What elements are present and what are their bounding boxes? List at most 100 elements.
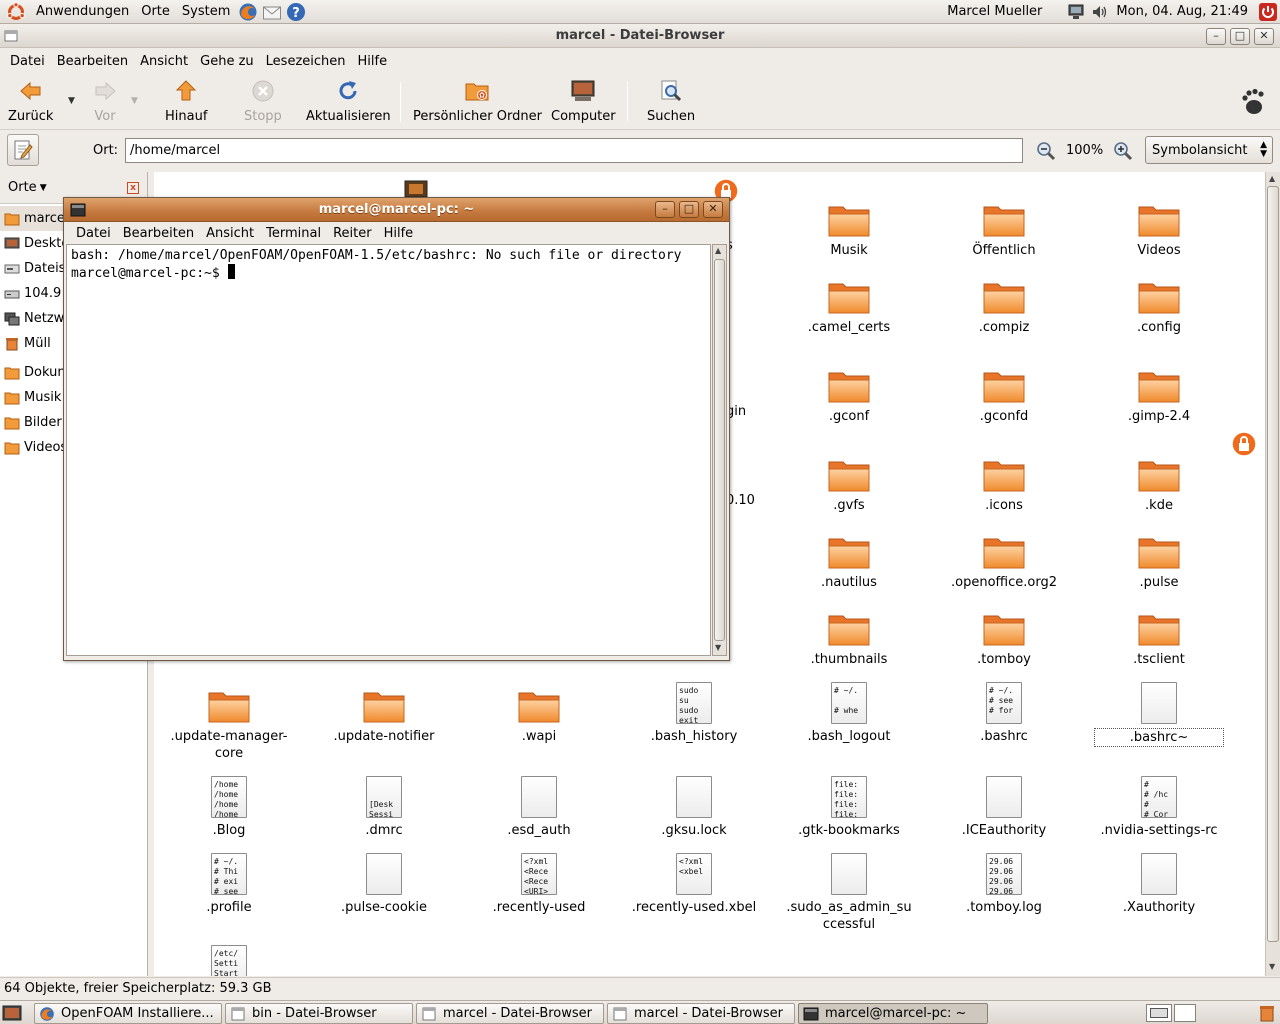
back-history-dropdown[interactable]: ▼ [68, 96, 75, 106]
file-item[interactable]: /home /home /home /home .Blog [154, 770, 304, 839]
clock[interactable]: Mon, 04. Aug, 21:49 [1116, 4, 1248, 19]
menu-applications[interactable]: Anwendungen [30, 4, 135, 19]
workspace-2[interactable] [1174, 1004, 1196, 1022]
taskbar-button[interactable]: marcel - Datei-Browser [416, 1003, 604, 1024]
file-item[interactable]: # ~/. # see # for .bashrc [929, 676, 1079, 745]
scrollbar-thumb[interactable] [1267, 186, 1279, 942]
workspace-1[interactable] [1146, 1004, 1172, 1022]
folder-item[interactable]: Videos [1084, 190, 1234, 259]
terminal-close-button[interactable]: ✕ [703, 201, 723, 218]
folder-item[interactable]: .tsclient [1084, 599, 1234, 668]
zoom-in-icon[interactable] [1113, 141, 1133, 161]
scroll-down-icon[interactable]: ▼ [1269, 962, 1275, 971]
terminal-maximize-button[interactable]: □ [679, 201, 699, 218]
terminal-menu-ansicht[interactable]: Ansicht [200, 226, 260, 241]
window-menu-icon[interactable] [4, 29, 18, 43]
stop-button[interactable]: Stopp [244, 78, 282, 124]
home-button[interactable]: Persönlicher Ordner [413, 78, 542, 124]
film-icon[interactable] [404, 180, 428, 198]
folder-item[interactable]: .gimp-2.4 [1084, 356, 1234, 425]
file-item[interactable]: .ICEauthority [929, 770, 1079, 839]
folder-item[interactable]: .update-manager-core [154, 676, 304, 762]
menu-hilfe[interactable]: Hilfe [352, 54, 394, 69]
folder-item[interactable]: .gconf [774, 356, 924, 425]
ubuntu-logo-icon[interactable] [6, 1, 26, 22]
terminal-output[interactable]: bash: /home/marcel/OpenFOAM/OpenFOAM-1.5… [66, 244, 711, 656]
folder-item[interactable]: .compiz [929, 267, 1079, 336]
file-item[interactable]: .esd_auth [464, 770, 614, 839]
up-button[interactable]: Hinauf [165, 78, 207, 124]
search-button[interactable]: Suchen [647, 78, 695, 124]
terminal-minimize-button[interactable]: – [655, 201, 675, 218]
file-item[interactable]: <?xml <Rece <Rece <URI> .recently-used [464, 847, 614, 916]
location-input[interactable] [125, 138, 1023, 163]
terminal-menu-bearbeiten[interactable]: Bearbeiten [117, 226, 200, 241]
back-button[interactable]: Zurück [8, 78, 53, 124]
menu-datei[interactable]: Datei [4, 54, 51, 69]
folder-item[interactable]: .camel_certs [774, 267, 924, 336]
folder-item[interactable]: .pulse [1084, 522, 1234, 591]
file-item[interactable]: sudo su sudo exit .bash_history [619, 676, 769, 745]
terminal-menu-terminal[interactable]: Terminal [260, 226, 327, 241]
folder-item[interactable]: .wapi [464, 676, 614, 745]
terminal-window[interactable]: marcel@marcel-pc: ~ – □ ✕ Datei Bearbeit… [63, 197, 730, 661]
trash-icon[interactable] [1258, 1004, 1276, 1022]
file-item[interactable]: # ~/. # whe .bash_logout [774, 676, 924, 745]
terminal-titlebar[interactable]: marcel@marcel-pc: ~ – □ ✕ [64, 198, 729, 222]
taskbar-button[interactable]: OpenFOAM Installiere... [34, 1003, 222, 1024]
firefox-launcher-icon[interactable] [237, 1, 259, 23]
folder-item[interactable]: .openoffice.org2 [929, 522, 1079, 591]
file-item[interactable]: .gksu.lock [619, 770, 769, 839]
terminal-menu-reiter[interactable]: Reiter [327, 226, 378, 241]
close-button[interactable]: ✕ [1254, 28, 1274, 45]
file-item[interactable]: .Xauthority [1084, 847, 1234, 916]
forward-button[interactable]: Vor [92, 78, 118, 124]
taskbar-button[interactable]: bin - Datei-Browser [225, 1003, 413, 1024]
file-item[interactable]: # ~/. # Thi # exi # see .profile [154, 847, 304, 916]
shutdown-icon[interactable] [1257, 1, 1279, 23]
folder-item[interactable]: .thumbnails [774, 599, 924, 668]
zoom-level[interactable]: 100% [1066, 143, 1103, 158]
file-view-scrollbar[interactable]: ▲ ▼ [1265, 172, 1280, 976]
computer-button[interactable]: Computer [551, 78, 616, 124]
minimize-button[interactable]: – [1206, 28, 1226, 45]
terminal-menu-datei[interactable]: Datei [70, 226, 117, 241]
taskbar-button[interactable]: marcel@marcel-pc: ~ [798, 1003, 988, 1024]
user-name[interactable]: Marcel Mueller [947, 4, 1042, 19]
menu-ansicht[interactable]: Ansicht [134, 54, 194, 69]
folder-item[interactable]: .gconfd [929, 356, 1079, 425]
folder-item[interactable]: .kde [1084, 431, 1257, 514]
folder-item[interactable]: .config [1084, 267, 1234, 336]
menu-system[interactable]: System [176, 4, 236, 19]
forward-history-dropdown[interactable]: ▼ [131, 96, 138, 106]
scroll-up-icon[interactable]: ▲ [715, 246, 721, 255]
menu-bearbeiten[interactable]: Bearbeiten [51, 54, 134, 69]
show-desktop-icon[interactable] [2, 1004, 22, 1022]
help-launcher-icon[interactable]: ? [285, 1, 307, 23]
file-browser-titlebar[interactable]: marcel - Datei-Browser – □ ✕ [0, 24, 1280, 48]
toggle-location-mode-button[interactable] [7, 134, 39, 166]
folder-item[interactable]: .icons [929, 445, 1079, 514]
reload-button[interactable]: Aktualisieren [306, 78, 391, 124]
file-item[interactable]: .pulse-cookie [309, 847, 459, 916]
file-item[interactable]: /etc/ Setti Start [154, 939, 304, 976]
folder-item[interactable]: .gvfs [774, 445, 924, 514]
taskbar-button[interactable]: marcel - Datei-Browser [607, 1003, 795, 1024]
menu-lesezeichen[interactable]: Lesezeichen [260, 54, 352, 69]
file-item[interactable]: file: file: file: file: .gtk-bookmarks [774, 770, 924, 839]
file-item[interactable]: # # /hc # # Cor .nvidia-settings-rc [1084, 770, 1234, 839]
file-item[interactable]: [Desk Sessi .dmrc [309, 770, 459, 839]
file-item[interactable]: .bashrc~ [1084, 676, 1234, 747]
partial-file-label[interactable]: 0.10 [726, 493, 755, 508]
sidebar-close-icon[interactable]: x [127, 182, 139, 194]
folder-item[interactable]: .tomboy [929, 599, 1079, 668]
file-item[interactable]: 29.06 29.06 29.06 29.06 .tomboy.log [929, 847, 1079, 916]
menu-gehe-zu[interactable]: Gehe zu [194, 54, 260, 69]
zoom-out-icon[interactable] [1036, 141, 1056, 161]
volume-icon[interactable] [1089, 1, 1111, 23]
folder-item[interactable]: .nautilus [774, 522, 924, 591]
scroll-up-icon[interactable]: ▲ [1269, 174, 1275, 183]
file-item[interactable]: .sudo_as_admin_successful [774, 847, 924, 933]
folder-item[interactable]: Musik [774, 190, 924, 259]
scrollbar-thumb[interactable] [714, 259, 725, 641]
